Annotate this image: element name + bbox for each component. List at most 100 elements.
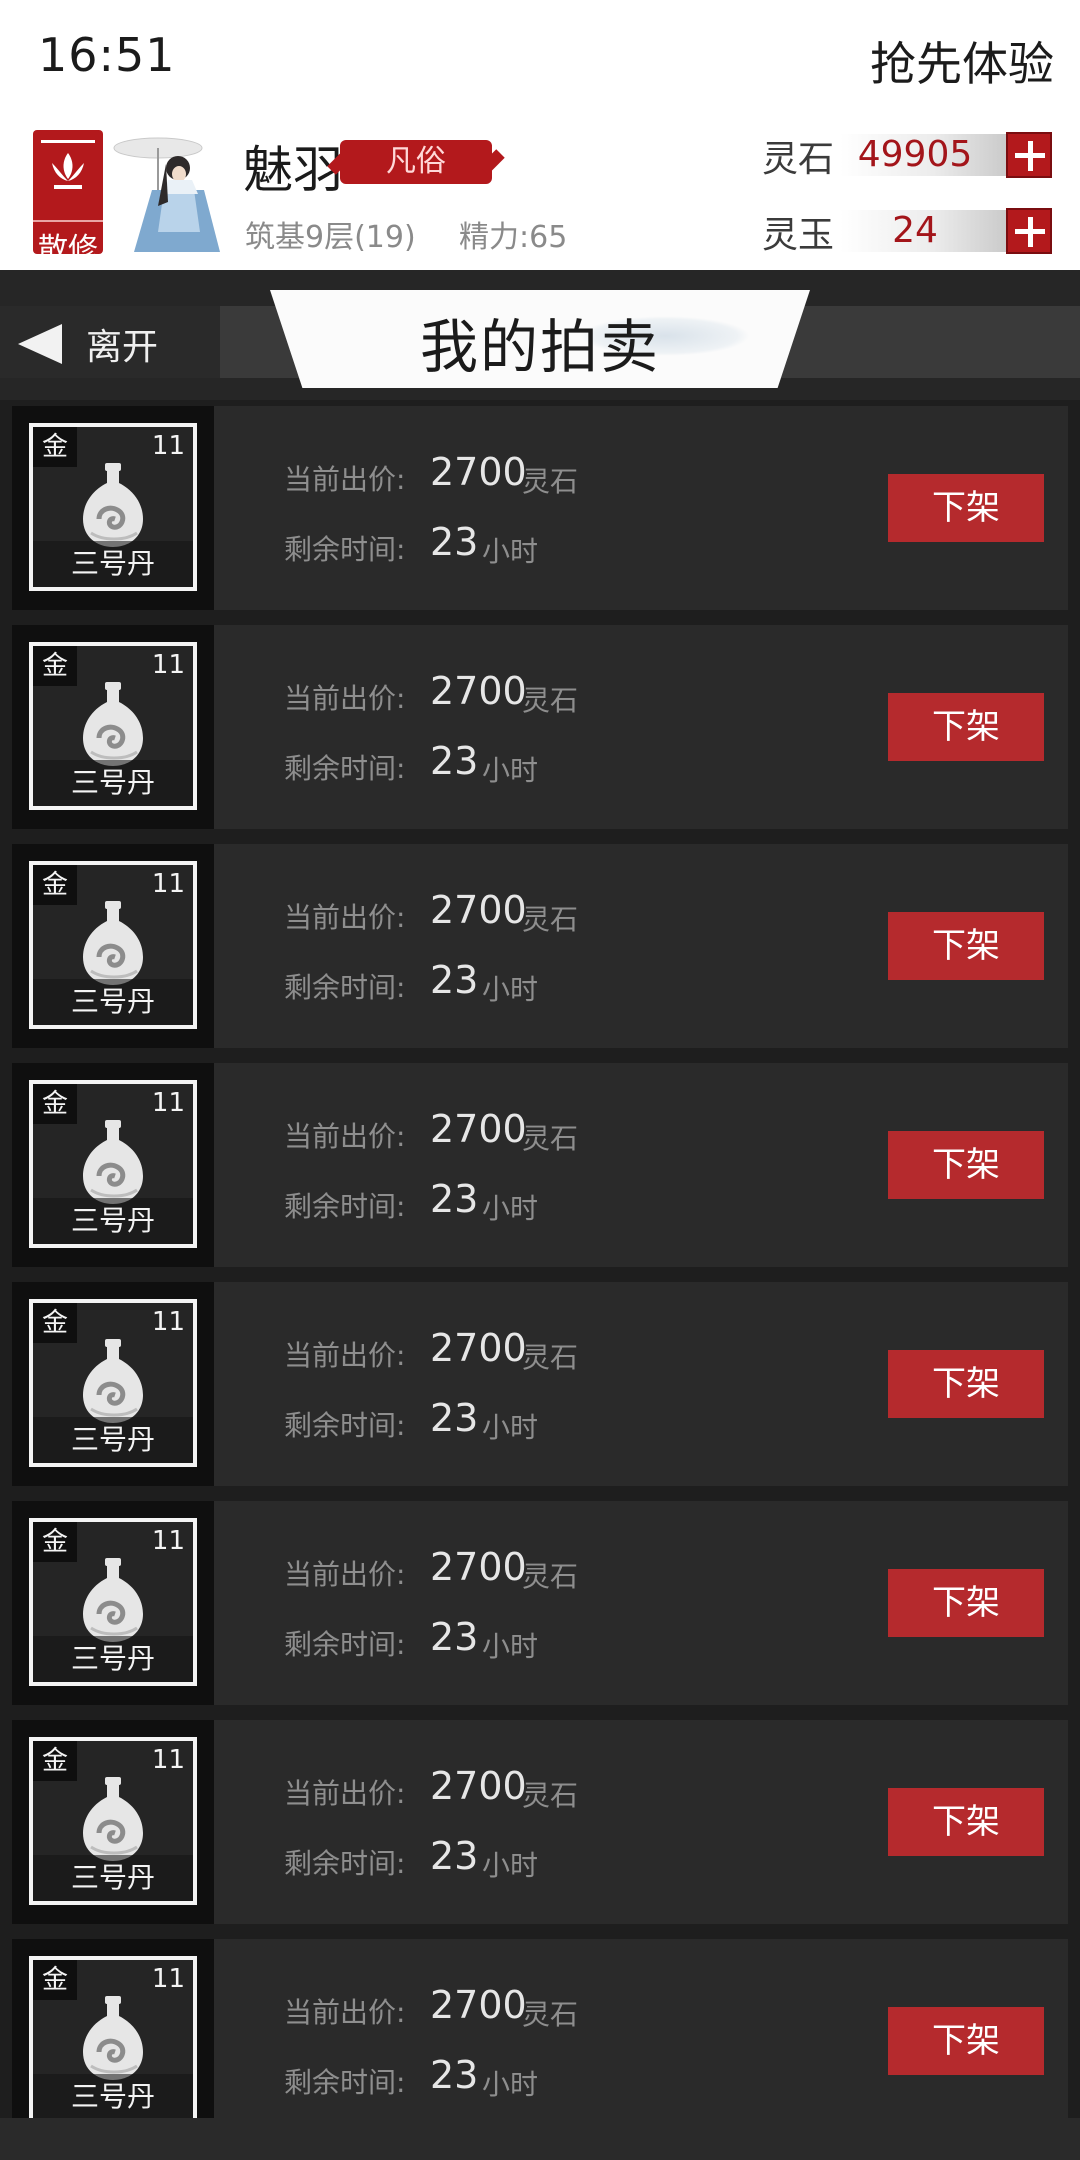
- current-bid: 2700: [430, 1545, 527, 1589]
- remaining-time: 23: [430, 520, 479, 564]
- status-bar: 16:51 抢先体验: [0, 0, 1080, 120]
- currency-bar: 49905: [840, 134, 1010, 176]
- auction-row: 金 11 三号丹 当前出价: 2700 灵石 剩余时间: 23 小时 下架: [12, 1282, 1068, 1486]
- delist-button[interactable]: 下架: [888, 474, 1044, 542]
- item-grade: 金: [33, 1303, 77, 1343]
- realm-level: 筑基9层(19): [245, 220, 416, 255]
- current-bid: 2700: [430, 669, 527, 713]
- current-bid: 2700: [430, 450, 527, 494]
- current-bid: 2700: [430, 888, 527, 932]
- auction-row: 金 11 三号丹 当前出价: 2700 灵石 剩余时间: 23 小时 下架: [12, 406, 1068, 610]
- pill-bottle-icon: [83, 1777, 143, 1861]
- item-count: 11: [151, 1745, 185, 1775]
- price-label: 当前出价:: [284, 1996, 406, 2029]
- leave-label: 离开: [86, 327, 159, 368]
- item-count: 11: [151, 431, 185, 461]
- remaining-time: 23: [430, 1834, 479, 1878]
- pill-bottle-icon: [83, 1558, 143, 1642]
- avatar[interactable]: [112, 128, 230, 252]
- time-unit: 小时: [482, 973, 539, 1006]
- status-time: 16:51: [38, 28, 176, 82]
- item-grade: 金: [33, 865, 77, 905]
- time-label: 剩余时间:: [284, 533, 406, 566]
- item-frame: 金 11 三号丹: [29, 1299, 197, 1467]
- price-label: 当前出价:: [284, 901, 406, 934]
- sect-label: 散修: [33, 220, 103, 268]
- back-arrow-icon: [18, 324, 62, 364]
- currency-label: 灵石: [761, 139, 834, 180]
- delist-button[interactable]: 下架: [888, 2007, 1044, 2075]
- remaining-time: 23: [430, 1177, 479, 1221]
- delist-button[interactable]: 下架: [888, 1569, 1044, 1637]
- remaining-time: 23: [430, 1396, 479, 1440]
- pill-bottle-icon: [83, 901, 143, 985]
- item-thumbnail[interactable]: 金 11 三号丹: [12, 844, 214, 1048]
- item-name: 三号丹: [33, 541, 193, 587]
- pill-bottle-icon: [83, 1120, 143, 1204]
- item-thumbnail[interactable]: 金 11 三号丹: [12, 1063, 214, 1267]
- currency-value: 49905: [857, 134, 973, 175]
- auction-row: 金 11 三号丹 当前出价: 2700 灵石 剩余时间: 23 小时 下架: [12, 1720, 1068, 1924]
- item-thumbnail[interactable]: 金 11 三号丹: [12, 1282, 214, 1486]
- currency-label: 灵玉: [761, 215, 834, 256]
- time-unit: 小时: [482, 754, 539, 787]
- price-label: 当前出价:: [284, 1777, 406, 1810]
- price-unit: 灵石: [522, 684, 579, 717]
- price-unit: 灵石: [522, 1560, 579, 1593]
- delist-button[interactable]: 下架: [888, 1788, 1044, 1856]
- item-frame: 金 11 三号丹: [29, 861, 197, 1029]
- sect-badge[interactable]: 散修: [33, 130, 103, 267]
- time-label: 剩余时间:: [284, 2066, 406, 2099]
- time-label: 剩余时间:: [284, 1847, 406, 1880]
- auction-row: 金 11 三号丹 当前出价: 2700 灵石 剩余时间: 23 小时 下架: [12, 1501, 1068, 1705]
- item-count: 11: [151, 650, 185, 680]
- add-spirit-stone-button[interactable]: [1006, 132, 1052, 178]
- current-bid: 2700: [430, 1983, 527, 2027]
- current-bid: 2700: [430, 1326, 527, 1370]
- auction-row: 金 11 三号丹 当前出价: 2700 灵石 剩余时间: 23 小时 下架: [12, 625, 1068, 829]
- remaining-time: 23: [430, 1615, 479, 1659]
- price-unit: 灵石: [522, 1341, 579, 1374]
- item-frame: 金 11 三号丹: [29, 642, 197, 810]
- item-thumbnail[interactable]: 金 11 三号丹: [12, 625, 214, 829]
- item-thumbnail[interactable]: 金 11 三号丹: [12, 1501, 214, 1705]
- price-label: 当前出价:: [284, 463, 406, 496]
- add-spirit-jade-button[interactable]: [1006, 208, 1052, 254]
- item-grade: 金: [33, 646, 77, 686]
- currency-spirit-stone: 灵石 49905: [762, 130, 1070, 180]
- delist-button[interactable]: 下架: [888, 693, 1044, 761]
- delist-button[interactable]: 下架: [888, 912, 1044, 980]
- item-count: 11: [151, 869, 185, 899]
- time-unit: 小时: [482, 1630, 539, 1663]
- item-frame: 金 11 三号丹: [29, 1956, 197, 2124]
- price-unit: 灵石: [522, 1998, 579, 2031]
- lotus-icon: [41, 140, 95, 196]
- item-thumbnail[interactable]: 金 11 三号丹: [12, 406, 214, 610]
- delist-button[interactable]: 下架: [888, 1131, 1044, 1199]
- auction-row: 金 11 三号丹 当前出价: 2700 灵石 剩余时间: 23 小时 下架: [12, 1063, 1068, 1267]
- current-bid: 2700: [430, 1107, 527, 1151]
- item-count: 11: [151, 1964, 185, 1994]
- auction-row: 金 11 三号丹 当前出价: 2700 灵石 剩余时间: 23 小时 下架: [12, 1939, 1068, 2143]
- item-grade: 金: [33, 1084, 77, 1124]
- item-thumbnail[interactable]: 金 11 三号丹: [12, 1720, 214, 1924]
- item-grade: 金: [33, 1741, 77, 1781]
- leave-button[interactable]: 离开: [0, 306, 220, 378]
- price-label: 当前出价:: [284, 1558, 406, 1591]
- price-unit: 灵石: [522, 1779, 579, 1812]
- item-name: 三号丹: [33, 760, 193, 806]
- item-frame: 金 11 三号丹: [29, 1737, 197, 1905]
- item-frame: 金 11 三号丹: [29, 1080, 197, 1248]
- currency-value: 24: [892, 210, 938, 251]
- remaining-time: 23: [430, 958, 479, 1002]
- delist-button[interactable]: 下架: [888, 1350, 1044, 1418]
- currency-bar: 24: [840, 210, 1010, 252]
- bottom-bar: [0, 2118, 1080, 2160]
- time-unit: 小时: [482, 1411, 539, 1444]
- remaining-time: 23: [430, 739, 479, 783]
- title-band: 离开 我的拍卖: [0, 270, 1080, 400]
- item-name: 三号丹: [33, 1198, 193, 1244]
- early-access-label: 抢先体验: [870, 37, 1054, 91]
- item-name: 三号丹: [33, 979, 193, 1025]
- item-thumbnail[interactable]: 金 11 三号丹: [12, 1939, 214, 2143]
